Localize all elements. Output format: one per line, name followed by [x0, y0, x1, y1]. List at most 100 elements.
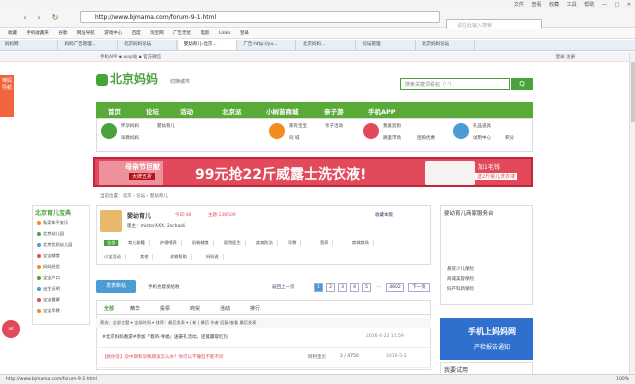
nav-beijing[interactable]: 北京派	[222, 106, 242, 116]
nav-forum[interactable]: 论坛	[146, 106, 159, 116]
thread-tab-all[interactable]: 全部	[104, 305, 114, 312]
fav-item[interactable]: 登录	[240, 29, 249, 38]
thread-author[interactable]: 阿利宝贝	[308, 354, 326, 360]
table-row[interactable]: 【教你答】孕中期和孕晚期该怎么办？你可以不懂但不能不问 阿利宝贝 2 / 475…	[96, 350, 431, 368]
forum-tag[interactable]: 医院医生	[224, 240, 246, 246]
sidebar-item[interactable]: 私家车平安乐	[43, 220, 68, 225]
thread-tab[interactable]: 精华	[130, 305, 140, 312]
thread-filter-bar[interactable]: 筛选：全部主题 ▾ 全部时间 ▾ 排序：最后发表 ▾ | 新 | 最后 作者 回…	[96, 318, 431, 328]
address-bar[interactable]: http://www.bjmama.com/forum-9-1.html	[80, 11, 440, 23]
forum-tag[interactable]: 奶粉辅食	[192, 240, 214, 246]
page-link[interactable]: 3	[338, 283, 347, 292]
fav-item[interactable]: 谷歌	[58, 29, 67, 38]
promo-banner[interactable]: 母亲节巨献 大牌五折 99元抢22斤威露士洗衣液! 加1毛钱 送2斤婴儿洗衣液	[93, 157, 533, 187]
sidebar-item[interactable]: 北京幼儿园	[43, 231, 64, 236]
mod-names[interactable]: misterXXX, 2schaoli	[141, 224, 186, 229]
forum-tag[interactable]: 护理喂养	[160, 240, 182, 246]
site-search-button[interactable]: Q	[511, 78, 533, 90]
browser-tab[interactable]: 北京妈妈论坛	[417, 40, 476, 50]
sidebar-item[interactable]: 宝宝早教	[43, 308, 60, 313]
service-item[interactable]: 悬赏少儿保险	[447, 266, 474, 272]
page-link[interactable]: 5	[362, 283, 371, 292]
forum-tag[interactable]: 早教	[288, 240, 302, 246]
page-link[interactable]: 4	[350, 283, 359, 292]
sidebar-item[interactable]: 出生证明	[43, 286, 60, 291]
nav-app[interactable]: 手机APP	[368, 106, 396, 116]
scrollbar[interactable]	[629, 52, 635, 374]
forum-tag[interactable]: 妈妈说	[206, 254, 224, 260]
floating-ad[interactable]: ad	[2, 320, 20, 338]
forum-tag[interactable]: 小宝活动	[104, 254, 126, 260]
site-search-input[interactable]: 搜索关键词看帖（'·'）	[400, 78, 510, 90]
forum-tag[interactable]: 其他	[140, 254, 154, 260]
fav-item[interactable]: 收藏	[8, 29, 17, 38]
sidebar-item[interactable]: 北京优质幼儿园	[43, 242, 72, 247]
subnav-label[interactable]: 我爱逛街	[383, 123, 401, 129]
nav-activity[interactable]: 活动	[180, 106, 193, 116]
nav-home[interactable]: 首页	[108, 106, 121, 116]
window-menu[interactable]: 文件 查看 收藏 工具 帮助 — □ ✕	[508, 1, 631, 8]
forum-tag[interactable]: 商城商场	[352, 240, 374, 246]
browser-tab-active[interactable]: 婴幼育儿-北京...	[178, 40, 237, 50]
login-links[interactable]: 登录 注册	[556, 54, 575, 60]
back-icon[interactable]: ‹	[20, 13, 30, 23]
subnav-link[interactable]: 婴幼育儿	[157, 123, 175, 129]
browser-tab[interactable]: 妈妈广告管理...	[60, 40, 118, 50]
forum-tag[interactable]: 育儿秘籍	[128, 240, 150, 246]
thread-title[interactable]: 【教你答】孕中期和孕晚期该怎么办？你可以不懂但不能不问	[102, 354, 224, 360]
nav-mall[interactable]: 小树苗商城	[266, 106, 299, 116]
thread-tab[interactable]: 排行	[250, 305, 260, 312]
fav-item[interactable]: 百度	[132, 29, 141, 38]
forum-tag[interactable]: 疾病防治	[256, 240, 278, 246]
prev-page-button[interactable]: 返回上一页	[272, 284, 295, 290]
next-page-button[interactable]: 下一页	[408, 283, 430, 292]
fav-item[interactable]: Links	[219, 29, 231, 38]
thread-tab[interactable]: 活动	[220, 305, 230, 312]
browser-tab[interactable]: 北京妈妈...	[298, 40, 356, 50]
forward-icon[interactable]: ›	[34, 13, 44, 23]
table-row[interactable]: #北京妈妈春游#参加「春风·寻福」送豪礼活动，还能赢取红包 2016-4-22 …	[96, 330, 431, 348]
browser-tab[interactable]: 论坛管理	[358, 40, 416, 50]
mobile-post-link[interactable]: 手机也能发帖啦	[148, 284, 180, 290]
app-ad[interactable]: 手机上妈妈网 产检报告通知	[440, 318, 533, 360]
nav-trip[interactable]: 亲子游	[324, 106, 344, 116]
service-item[interactable]: 妇产科新保险	[447, 286, 474, 292]
subnav-label[interactable]: 怀孕妈妈	[121, 123, 139, 129]
sidebar-item[interactable]: 宝宝户口	[43, 275, 60, 280]
zoom-level[interactable]: 100%	[616, 377, 629, 382]
subscribe-button[interactable]: 收藏本版	[375, 212, 393, 218]
new-post-button[interactable]: 发表新帖	[96, 280, 136, 293]
fav-item[interactable]: 网址导航	[77, 29, 95, 38]
thread-tab[interactable]: 投票	[160, 305, 170, 312]
browser-tab[interactable]: 北京妈妈论坛	[119, 40, 178, 50]
forum-tag[interactable]: 求救帮助	[170, 254, 192, 260]
page-current[interactable]: 1	[314, 283, 323, 292]
fav-item[interactable]: 游戏中心	[104, 29, 122, 38]
fav-item[interactable]: 手机收藏夹	[26, 29, 49, 38]
breadcrumb[interactable]: 当前位置：北京 › 论坛 › 婴幼育儿	[100, 193, 168, 199]
subnav-link[interactable]: 亲子活动	[325, 123, 343, 129]
thread-title[interactable]: #北京妈妈春游#参加「春风·寻福」送豪礼活动，还能赢取红包	[102, 334, 228, 340]
subnav-label[interactable]: 礼品道具	[473, 123, 491, 129]
fav-item[interactable]: 电影	[201, 29, 210, 38]
service-item[interactable]: 商城美容保险	[447, 276, 474, 282]
subnav-link[interactable]: 积分	[505, 135, 514, 141]
page-last[interactable]: 4602	[386, 283, 404, 292]
page-link[interactable]: 2	[326, 283, 335, 292]
fav-item[interactable]: 淘宝网	[150, 29, 164, 38]
subnav-link[interactable]: 跳蚤市场	[383, 135, 401, 141]
browser-tab[interactable]: 妈妈网	[0, 40, 58, 50]
subnav-link[interactable]: 试用中心	[473, 135, 491, 141]
subnav-link[interactable]: 早教妈妈	[121, 135, 139, 141]
city-switcher[interactable]: 切换城市	[170, 78, 190, 85]
site-logo[interactable]: 北京妈妈	[96, 70, 158, 87]
sidebar-item[interactable]: 宝宝辅食	[43, 253, 60, 258]
scroll-thumb[interactable]	[631, 62, 635, 122]
side-ad[interactable]: 辣妈导航	[0, 75, 14, 117]
subnav-label[interactable]: 家有宝宝	[289, 123, 307, 129]
subnav-link[interactable]: 同 城	[289, 135, 299, 141]
refresh-icon[interactable]: ↻	[50, 13, 60, 23]
tag-all[interactable]: 全部	[104, 240, 120, 246]
sidebar-item[interactable]: 妈妈经验	[43, 264, 60, 269]
sidebar-item[interactable]: 宝宝健康	[43, 297, 60, 302]
